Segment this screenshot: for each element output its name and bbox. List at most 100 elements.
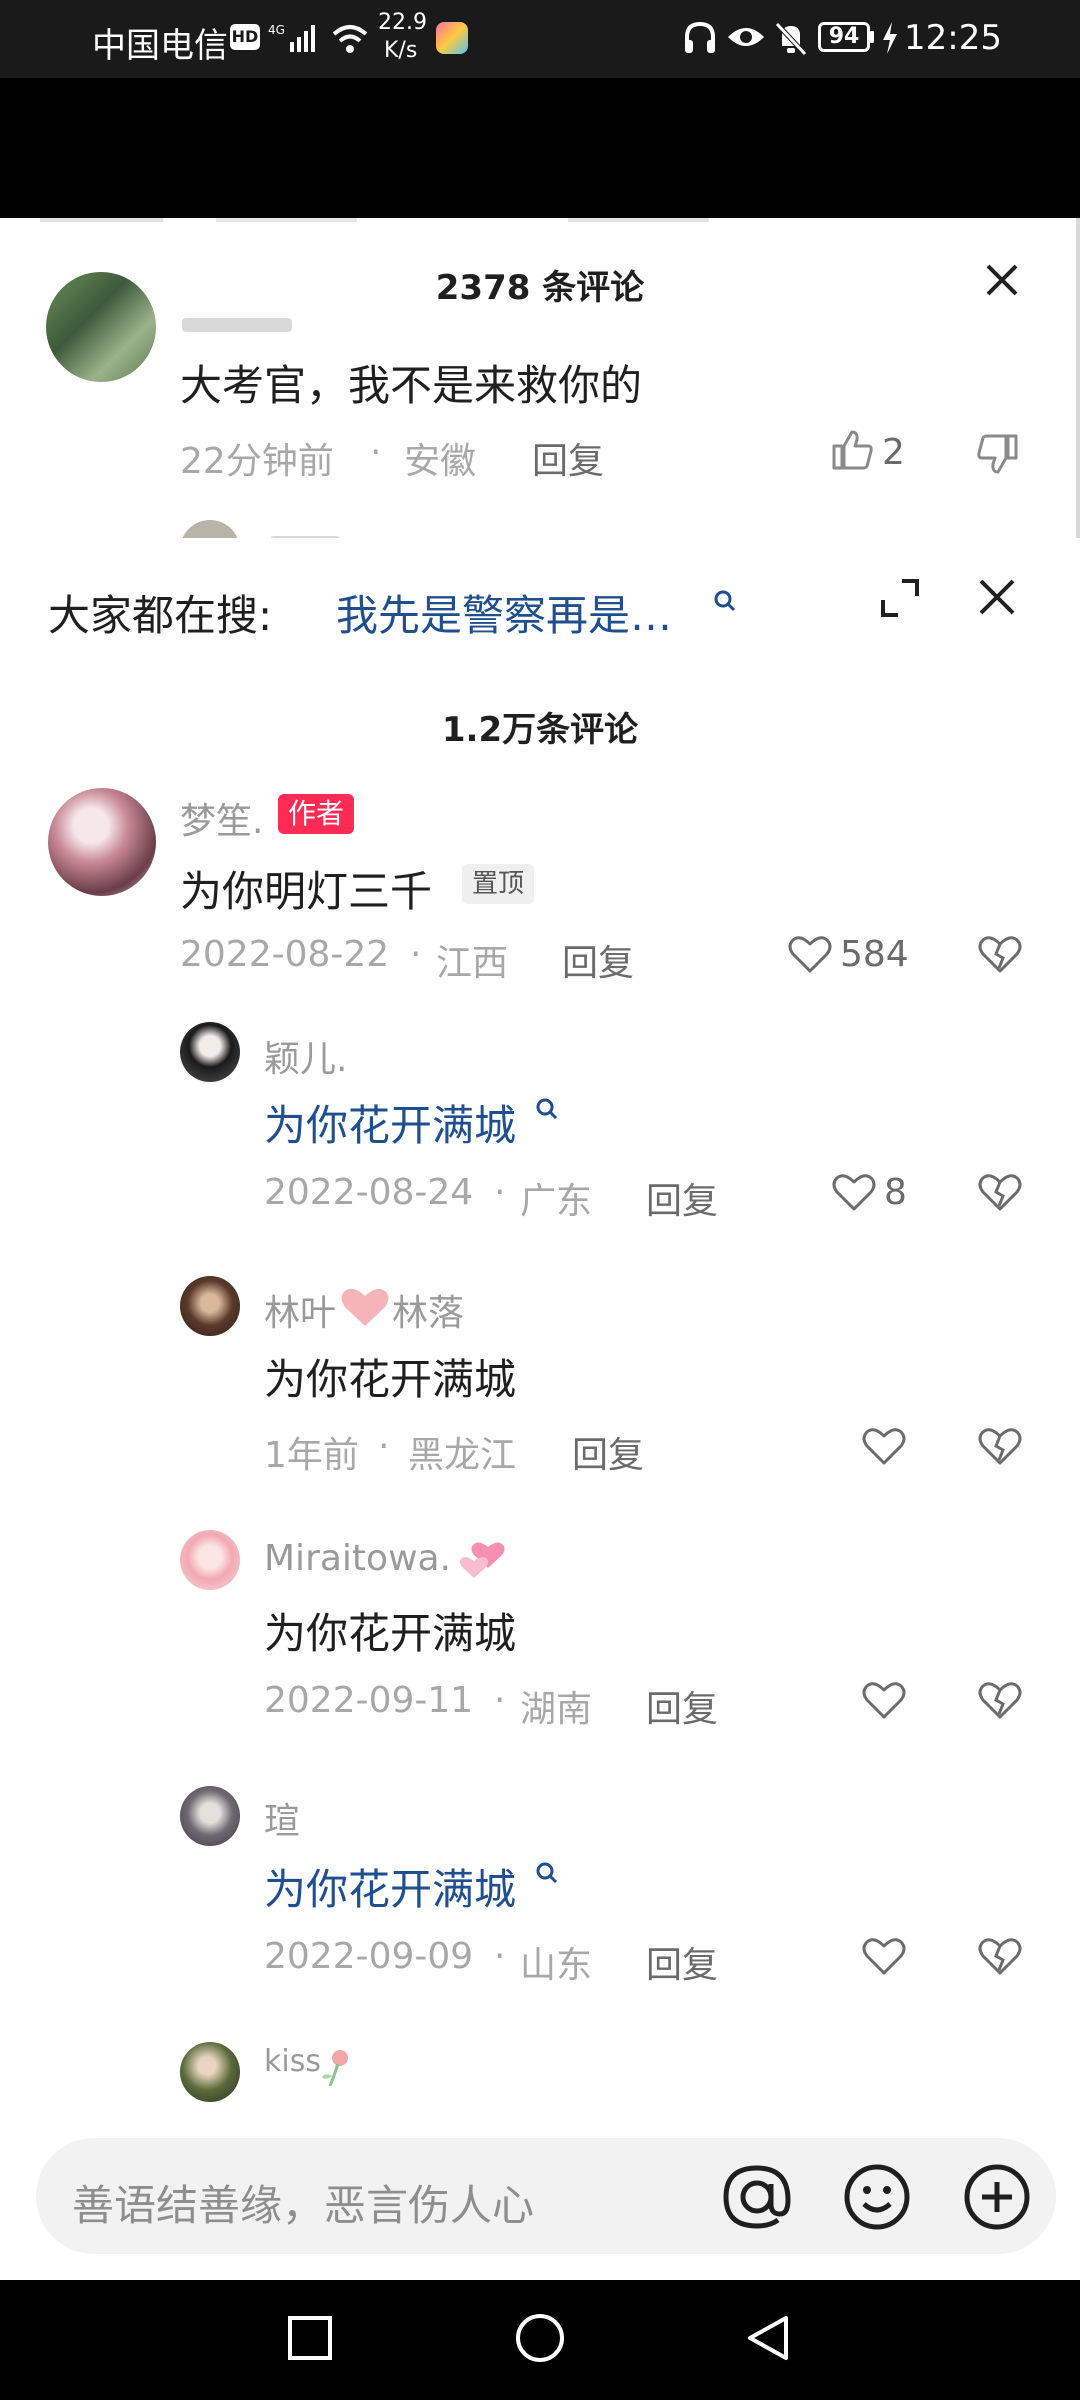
meta-dot: · bbox=[494, 1936, 506, 1977]
avatar[interactable] bbox=[46, 272, 156, 382]
comment-text: 为你花开满城 bbox=[264, 1609, 517, 1658]
avatar[interactable] bbox=[48, 788, 156, 896]
mute-bell-icon bbox=[775, 22, 807, 56]
heart-icon[interactable] bbox=[832, 1172, 876, 1212]
signal-icon: 4G bbox=[268, 23, 315, 52]
scroll-indicator bbox=[1076, 218, 1080, 538]
reply-text-link[interactable]: 为你花开满城 bbox=[264, 1092, 516, 1153]
comment-location: 江西 bbox=[436, 943, 509, 984]
reply-text-link[interactable]: 为你花开满城 bbox=[264, 1856, 516, 1917]
comment-time: 22分钟前 bbox=[180, 441, 334, 482]
flower-emoji-icon bbox=[322, 2050, 348, 2087]
reply-button[interactable]: 回复 bbox=[562, 934, 634, 986]
recents-icon[interactable] bbox=[286, 2314, 334, 2362]
heart-icon[interactable] bbox=[862, 1426, 906, 1466]
reply-button[interactable]: 回复 bbox=[646, 1680, 718, 1732]
pinned-badge: 置顶 bbox=[462, 864, 535, 904]
avatar bbox=[180, 520, 240, 538]
reply-button[interactable]: 回复 bbox=[572, 1426, 644, 1478]
pink-heart-emoji-icon bbox=[341, 1288, 389, 1326]
commenter-name-part[interactable]: 林叶 bbox=[264, 1284, 336, 1336]
commenter-name[interactable]: 梦笙. bbox=[180, 792, 263, 844]
battery-icon: 94 bbox=[818, 22, 870, 52]
close-icon[interactable] bbox=[978, 578, 1016, 616]
search-banner-label: 大家都在搜: bbox=[48, 591, 273, 640]
comment-sheet: 1.2万条评论 梦笙. 作者 为你明灯三千 置顶 2022-08-22 · 江西… bbox=[0, 678, 1080, 2138]
comment-text: 为你花开满城 bbox=[264, 1355, 517, 1404]
comment-location: 安徽 bbox=[404, 441, 477, 482]
expand-icon[interactable] bbox=[880, 578, 920, 618]
system-navigation-bar bbox=[0, 2280, 1080, 2400]
search-icon[interactable] bbox=[534, 1860, 560, 1886]
background-name-fragment bbox=[182, 318, 292, 332]
heart-icon[interactable] bbox=[788, 934, 832, 974]
comment-date: 2022-08-24 bbox=[264, 1172, 474, 1213]
reply-button[interactable]: 回复 bbox=[646, 1172, 718, 1224]
back-icon[interactable] bbox=[742, 2312, 794, 2364]
commenter-name[interactable]: kiss bbox=[264, 2044, 321, 2079]
comment-input-bar[interactable]: 善语结善缘，恶言伤人心 bbox=[36, 2138, 1056, 2254]
add-icon[interactable] bbox=[962, 2162, 1032, 2232]
comment-location: 山东 bbox=[520, 1945, 593, 1986]
search-icon[interactable] bbox=[712, 588, 738, 614]
commenter-name[interactable]: 瑄 bbox=[264, 1792, 300, 1844]
comment-date: 2022-09-09 bbox=[264, 1936, 474, 1977]
charging-icon bbox=[883, 22, 897, 54]
like-count: 8 bbox=[884, 1172, 907, 1213]
broken-heart-icon[interactable] bbox=[978, 1172, 1022, 1212]
avatar[interactable] bbox=[180, 2042, 240, 2102]
net-speed-unit: K/s bbox=[384, 38, 418, 63]
broken-heart-icon[interactable] bbox=[978, 1680, 1022, 1720]
avatar[interactable] bbox=[180, 1530, 240, 1590]
mention-icon[interactable] bbox=[722, 2162, 792, 2232]
background-comment-sheet: 2378 条评论 大考官，我不是来救你的 22分钟前 · 安徽 回复 2 bbox=[0, 218, 1080, 538]
comment-location: 黑龙江 bbox=[408, 1435, 517, 1476]
meta-dot: · bbox=[370, 432, 382, 473]
reply-button[interactable]: 回复 bbox=[532, 432, 604, 484]
avatar[interactable] bbox=[180, 1276, 240, 1336]
video-area bbox=[0, 78, 1080, 218]
avatar[interactable] bbox=[180, 1022, 240, 1082]
svg-text:4G: 4G bbox=[268, 23, 285, 37]
thumbs-up-icon[interactable] bbox=[830, 428, 874, 472]
meta-dot: · bbox=[378, 1426, 390, 1467]
like-count: 584 bbox=[840, 934, 909, 975]
search-banner: 大家都在搜: 我先是警察再是… bbox=[0, 538, 1080, 678]
background-sheet-title: 2378 条评论 bbox=[435, 268, 645, 308]
heart-icon[interactable] bbox=[862, 1680, 906, 1720]
search-suggestion-link[interactable]: 我先是警察再是… bbox=[336, 582, 672, 643]
background-top-fragment bbox=[40, 218, 920, 222]
two-hearts-emoji-icon bbox=[460, 1542, 505, 1578]
broken-heart-icon[interactable] bbox=[978, 1426, 1022, 1466]
thumbs-down-icon[interactable] bbox=[976, 432, 1020, 476]
home-icon[interactable] bbox=[514, 2312, 566, 2364]
comment-text: 大考官，我不是来救你的 bbox=[180, 361, 643, 410]
meta-dot: · bbox=[410, 934, 422, 975]
comment-date: 1年前 bbox=[264, 1435, 359, 1476]
comment-location: 广东 bbox=[520, 1181, 593, 1222]
eye-icon bbox=[728, 28, 764, 46]
search-icon[interactable] bbox=[534, 1096, 560, 1122]
commenter-name[interactable]: Miraitowa. bbox=[264, 1538, 451, 1579]
like-count: 2 bbox=[882, 432, 905, 473]
carrier-label: 中国电信 bbox=[92, 26, 228, 66]
commenter-name-part[interactable]: 林落 bbox=[392, 1284, 464, 1336]
comment-text: 为你明灯三千 bbox=[180, 867, 433, 916]
meta-dot: · bbox=[494, 1680, 506, 1721]
app-notification-icon bbox=[436, 22, 468, 54]
headphones-icon bbox=[685, 21, 715, 53]
heart-icon[interactable] bbox=[862, 1936, 906, 1976]
broken-heart-icon[interactable] bbox=[978, 1936, 1022, 1976]
wifi-icon bbox=[332, 25, 368, 53]
commenter-name[interactable]: 颖儿. bbox=[264, 1030, 347, 1082]
reply-button[interactable]: 回复 bbox=[646, 1936, 718, 1988]
comment-input-placeholder[interactable]: 善语结善缘，恶言伤人心 bbox=[72, 2172, 534, 2233]
author-badge: 作者 bbox=[278, 794, 355, 834]
comment-location: 湖南 bbox=[520, 1689, 593, 1730]
emoji-icon[interactable] bbox=[842, 2162, 912, 2232]
background-close-icon[interactable] bbox=[984, 262, 1020, 298]
broken-heart-icon[interactable] bbox=[978, 934, 1022, 974]
comment-date: 2022-08-22 bbox=[180, 934, 390, 975]
meta-dot: · bbox=[494, 1172, 506, 1213]
avatar[interactable] bbox=[180, 1786, 240, 1846]
